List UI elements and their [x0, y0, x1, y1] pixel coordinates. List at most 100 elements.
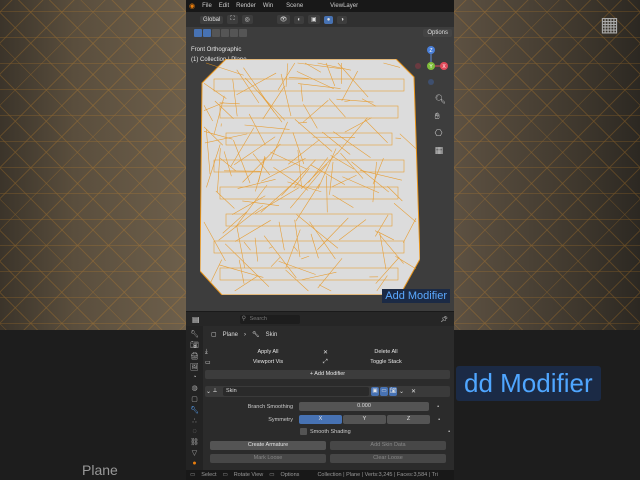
create-armature-button[interactable]: Create Armature — [210, 441, 326, 450]
collapse-chevron-icon[interactable]: ⌄ — [205, 388, 213, 395]
visibility-icon[interactable]: 👁 — [276, 15, 291, 24]
branch-smoothing-field[interactable]: 0.000 — [299, 402, 429, 411]
symmetry-x-toggle[interactable]: X — [299, 415, 342, 424]
smooth-shading-label: Smooth Shading — [310, 428, 351, 435]
menu-render[interactable]: Render — [236, 3, 256, 9]
gizmo-neg-z-axis — [428, 79, 434, 85]
viewport-vis-icon: ▭ — [205, 360, 211, 366]
skin-mesh[interactable] — [200, 59, 420, 295]
select-mode-invert-icon[interactable] — [230, 29, 238, 37]
3d-viewport[interactable]: Options Front Orthographic (1) Collectio… — [186, 27, 454, 311]
menu-file[interactable]: File — [202, 3, 212, 9]
menu-edit[interactable]: Edit — [219, 3, 229, 9]
grid-icon[interactable]: ▦ — [435, 145, 446, 156]
transform-orientation-dropdown[interactable]: Global — [200, 15, 224, 24]
background-left-bottom — [0, 330, 186, 480]
select-mode-toolbar — [194, 29, 247, 37]
toggle-stack-button[interactable]: Toggle Stack — [331, 358, 441, 367]
skin-modifier-icon: ⟂ — [213, 388, 218, 394]
data-tab-icon[interactable]: ▽ — [192, 449, 197, 457]
render-tab-icon[interactable]: 📷︎ — [190, 341, 199, 349]
background-plane-text: Plane — [82, 462, 118, 478]
menu-window[interactable]: Win — [263, 3, 273, 9]
keyframe-dot-icon[interactable]: • — [440, 429, 450, 435]
dropdown-chevron-icon[interactable]: ⌄ — [399, 388, 407, 395]
overlay-caption: Add Modifier — [382, 289, 450, 303]
status-stats: Collection | Plane | Verts:3,245 | Faces… — [317, 472, 438, 478]
pin-icon[interactable]: 📌︎ — [440, 316, 448, 323]
proportional-edit-icon[interactable]: ◎ — [241, 15, 253, 24]
view-layer-selector[interactable]: ViewLayer — [330, 3, 358, 9]
world-tab-icon[interactable]: ◍ — [191, 384, 197, 392]
blender-logo-icon[interactable]: ◉ — [189, 2, 195, 10]
background-add-modifier-text: dd Modifier — [456, 366, 601, 401]
view-layer-tab-icon[interactable]: 🖼︎ — [190, 363, 199, 371]
editor-type-icon[interactable]: ▤ — [192, 315, 200, 324]
select-box-icon[interactable] — [194, 29, 202, 37]
breadcrumb: ▢ Plane › 🔧︎ Skin — [205, 326, 454, 343]
constraints-tab-icon[interactable]: ⛓︎ — [190, 438, 199, 446]
material-shading-icon[interactable]: ◑ — [337, 15, 347, 24]
overlays-icon[interactable]: ◐ — [294, 15, 305, 24]
properties-search-input[interactable]: Search — [239, 314, 300, 324]
view-name: Front Orthographic — [191, 47, 242, 53]
render-toggle-icon[interactable]: 📷︎ — [389, 387, 397, 396]
mouse-right-icon: ▭ — [269, 472, 275, 478]
select-mode-new-icon[interactable] — [203, 29, 211, 37]
status-options: Options — [280, 472, 300, 478]
modifier-panel: ▢ Plane › 🔧︎ Skin ⤓ Apply All ✕ Delete A… — [205, 326, 454, 480]
select-mode-extend-icon[interactable] — [212, 29, 220, 37]
delete-all-button[interactable]: Delete All — [331, 348, 441, 357]
status-select: Select — [201, 472, 217, 478]
xray-icon[interactable]: ▣ — [308, 15, 320, 24]
particles-tab-icon[interactable]: ∴ — [192, 417, 196, 425]
apply-all-button[interactable]: Apply All — [213, 348, 323, 357]
scene-selector[interactable]: Scene — [286, 3, 303, 9]
modifier-tab-icon[interactable]: 🔧︎ — [190, 406, 199, 414]
delete-icon: ✕ — [323, 350, 329, 356]
snap-icon[interactable]: ⛶ — [227, 15, 238, 24]
status-rotate-view: Rotate View — [233, 472, 264, 478]
gizmo-z-label: Z — [429, 48, 432, 54]
properties-editor: ▤ Search 📌︎ 🔧︎ 📷︎ 🖨︎ 🖼︎ ◔ ◍ ▢ 🔧︎ ∴ ◌ ⛓︎ … — [186, 311, 454, 480]
zoom-icon[interactable]: 🔍︎ — [435, 94, 446, 105]
background-grid-icon: ▦ — [600, 14, 619, 36]
symmetry-label: Symmetry — [268, 416, 293, 423]
mesh-surface — [200, 59, 420, 295]
viewport-toggle-icon[interactable]: ▭ — [380, 387, 388, 396]
select-mode-subtract-icon[interactable] — [221, 29, 229, 37]
navigation-gizmo[interactable]: Z Y X — [414, 44, 448, 88]
camera-icon[interactable]: ⎔ — [435, 128, 446, 139]
breadcrumb-modifier: Skin — [265, 331, 278, 338]
clear-loose-button[interactable]: Clear Loose — [330, 454, 446, 463]
symmetry-y-toggle[interactable]: Y — [343, 415, 386, 424]
smooth-shading-checkbox[interactable] — [300, 428, 307, 435]
object-tab-icon[interactable]: ▢ — [191, 395, 198, 403]
solid-shading-icon[interactable]: ● — [323, 15, 334, 24]
material-tab-icon[interactable]: ● — [192, 460, 196, 467]
apply-icon: ⤓ — [205, 349, 208, 355]
keyframe-dot-icon[interactable]: • — [429, 404, 439, 410]
properties-header: ▤ Search 📌︎ — [186, 312, 454, 326]
breadcrumb-chevron-icon: › — [244, 331, 247, 338]
edit-mode-toggle-icon[interactable]: ▣ — [371, 387, 379, 396]
options-button[interactable]: Options — [423, 29, 452, 37]
remove-modifier-icon[interactable]: ✕ — [411, 388, 419, 395]
add-modifier-label: Add Modifier — [314, 371, 346, 377]
physics-tab-icon[interactable]: ◌ — [192, 428, 196, 435]
symmetry-z-toggle[interactable]: Z — [387, 415, 430, 424]
keyframe-dot-icon[interactable]: • — [430, 417, 440, 423]
scene-tab-icon[interactable]: ◔ — [192, 374, 196, 381]
tool-tab-icon[interactable]: 🔧︎ — [190, 330, 199, 338]
pan-hand-icon[interactable]: ✋︎ — [435, 111, 446, 122]
modifier-name-field[interactable]: Skin — [223, 387, 369, 396]
mark-loose-button[interactable]: Mark Loose — [210, 454, 326, 463]
output-tab-icon[interactable]: 🖨︎ — [190, 352, 199, 360]
add-modifier-button[interactable]: + Add Modifier — [205, 370, 450, 379]
blender-window: ◉ File Edit Render Win Scene ViewLayer G… — [186, 0, 454, 480]
select-mode-intersect-icon[interactable] — [239, 29, 247, 37]
status-bar: ▭ Select ▭ Rotate View ▭ Options Collect… — [186, 470, 454, 480]
gizmo-neg-x-axis — [415, 63, 421, 69]
add-skin-data-button[interactable]: Add Skin Data — [330, 441, 446, 450]
viewport-vis-button[interactable]: Viewport Vis — [213, 358, 323, 367]
